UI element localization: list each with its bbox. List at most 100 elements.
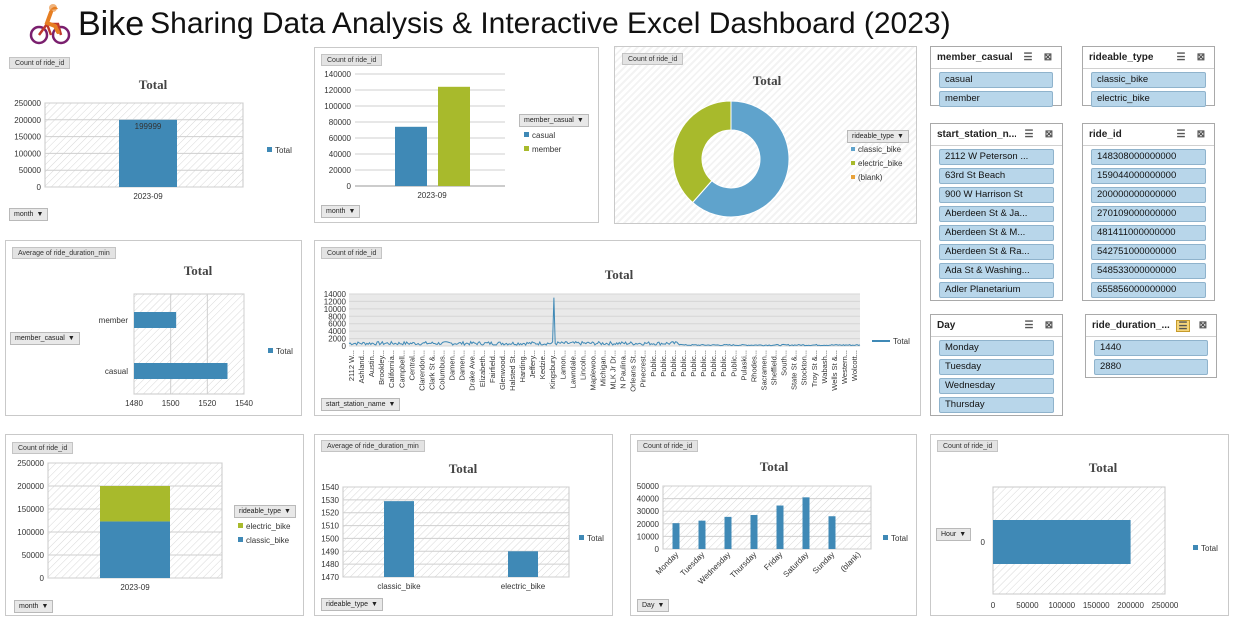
multi-select-icon[interactable]: ☰	[1021, 52, 1035, 64]
y-tick-label: member	[99, 316, 129, 325]
x-tick-label: Public...	[729, 350, 738, 377]
y-tick-label: 1540	[321, 483, 339, 492]
slicer-ride-duration[interactable]: ride_duration_... ☰ ⊠ 1440 2880	[1085, 314, 1217, 378]
multi-select-icon[interactable]: ☰	[1022, 129, 1036, 141]
slicer-member-casual[interactable]: member_casual ☰ ⊠ casual member	[930, 46, 1062, 107]
slicer-item[interactable]: 200000000000000	[1091, 187, 1206, 203]
chart-avg-duration-rideable[interactable]: Average of ride_duration_min Total 1470 14…	[314, 434, 613, 616]
chart-rideable-type-donut[interactable]: Count of ride_id Total classic_bike electr…	[614, 46, 917, 224]
bar-member	[438, 86, 470, 186]
slicer-item[interactable]: Adler Planetarium	[939, 282, 1054, 298]
slicer-item[interactable]: classic_bike	[1091, 72, 1206, 88]
x-tick-label: Wabash...	[820, 350, 829, 384]
slicer-item[interactable]: 159044000000000	[1091, 168, 1206, 184]
chart-avg-duration-member[interactable]: Average of ride_duration_min Total 1480 15…	[5, 240, 302, 416]
legend-swatch	[883, 535, 888, 540]
slicer-start-station[interactable]: start_station_n... ☰ ⊠ 2112 W Peterson ...…	[930, 123, 1063, 301]
slicer-ride-id[interactable]: ride_id ☰ ⊠ 148308000000000 159044000000000…	[1082, 123, 1215, 301]
legend-swatch	[524, 146, 529, 151]
x-tick-label: California...	[387, 350, 396, 388]
member-casual-legend-button[interactable]: member_casual ▼	[519, 114, 589, 127]
chart-svg: Total02000400060008000100001200014000211…	[324, 267, 910, 392]
x-tick-label: Columbus...	[438, 350, 447, 390]
slicer-item[interactable]: 2112 W Peterson ...	[939, 149, 1054, 165]
chart-count-by-month[interactable]: Count of ride_id Total 0 50000 100000 150000…	[4, 48, 302, 224]
x-tick-label: Stockton...	[800, 350, 809, 385]
slicer-item[interactable]: 655856000000000	[1091, 282, 1206, 298]
slicer-item[interactable]: 481411000000000	[1091, 225, 1206, 241]
slicer-rideable-type[interactable]: rideable_type ☰ ⊠ classic_bike electric_bi…	[1082, 46, 1215, 107]
chart-count-by-day[interactable]: Count of ride_id Total 0 10000 20000 30000 40…	[630, 434, 917, 616]
x-tick-label: Damen...	[458, 350, 467, 380]
clear-filter-icon[interactable]: ⊠	[1041, 52, 1055, 64]
clear-filter-icon[interactable]: ⊠	[1042, 320, 1056, 332]
rideable-type-filter-button[interactable]: rideable_type ▼	[321, 598, 383, 611]
y-tick-label: 40000	[329, 150, 352, 159]
station-filter-button[interactable]: start_station_name ▼	[321, 398, 401, 411]
y-tick-label: 0	[347, 182, 352, 191]
month-filter-button[interactable]: month ▼	[321, 205, 361, 218]
slicer-item[interactable]: 270109000000000	[1091, 206, 1206, 222]
filter-label: month	[14, 210, 34, 218]
slicer-day[interactable]: Day ☰ ⊠ Monday Tuesday Wednesday Thursday	[930, 314, 1063, 416]
x-tick-label: Public...	[699, 350, 708, 377]
slicer-item[interactable]: member	[939, 91, 1053, 107]
chart-count-by-hour[interactable]: Count of ride_id Total 0 50000 100000 150000…	[930, 434, 1229, 616]
hour-filter-button[interactable]: Hour ▼	[936, 528, 972, 541]
month-filter-button[interactable]: month ▼	[14, 600, 54, 613]
clear-filter-icon[interactable]: ⊠	[1042, 129, 1056, 141]
x-tick-label: Kedzie...	[538, 350, 547, 379]
x-tick-label: Monday	[654, 550, 680, 576]
dropdown-icon: ▼	[897, 132, 904, 140]
clear-filter-icon[interactable]: ⊠	[1194, 52, 1208, 64]
day-filter-button[interactable]: Day ▼	[637, 599, 670, 612]
chart-station-line[interactable]: Count of ride_id Total 0 2000 4000 6000 8000 1…	[314, 240, 921, 416]
slicer-item[interactable]: 548533000000000	[1091, 263, 1206, 279]
clear-filter-icon[interactable]: ⊠	[1196, 320, 1210, 332]
multi-select-icon[interactable]: ☰	[1022, 320, 1036, 332]
chart-stacked-rideable[interactable]: Count of ride_id 0 50000 100000 150000 20000…	[5, 434, 304, 616]
x-tick-label: Damen...	[448, 350, 457, 380]
x-tick-label: Rhodes...	[749, 350, 758, 382]
member-casual-filter-button[interactable]: member_casual ▼	[10, 332, 80, 345]
chart-member-casual[interactable]: Count of ride_id 0 20000 40000 60000 80000 10…	[314, 47, 599, 223]
y-tick-label: 150000	[17, 505, 44, 514]
slicer-item[interactable]: 542751000000000	[1091, 244, 1206, 260]
bar-electric_bike	[508, 551, 538, 577]
x-tick-label: Kingsbury...	[548, 350, 557, 389]
multi-select-icon[interactable]: ☰	[1174, 52, 1188, 64]
legend-label: (blank)	[858, 173, 883, 182]
slicer-item[interactable]: Tuesday	[939, 359, 1054, 375]
legend-label: Total	[893, 337, 910, 346]
rideable-type-legend-button[interactable]: rideable_type ▼	[847, 130, 909, 143]
x-tick-label: Austin...	[367, 350, 376, 377]
slicer-item[interactable]: 148308000000000	[1091, 149, 1206, 165]
slicer-item[interactable]: electric_bike	[1091, 91, 1206, 107]
multi-select-icon[interactable]: ☰	[1174, 129, 1188, 141]
slicer-item[interactable]: Ada St & Washing...	[939, 263, 1054, 279]
multi-select-icon[interactable]: ☰	[1176, 319, 1190, 332]
slicer-header: Day ☰ ⊠	[931, 315, 1062, 337]
rideable-type-legend-button[interactable]: rideable_type ▼	[234, 505, 296, 518]
slicer-item[interactable]: Aberdeen St & Ja...	[939, 206, 1054, 222]
y-tick-label: 140000	[324, 70, 351, 79]
x-tick-label: Public...	[679, 350, 688, 377]
slicer-item[interactable]: Aberdeen St & M...	[939, 225, 1054, 241]
slicer-item[interactable]: Aberdeen St & Ra...	[939, 244, 1054, 260]
slicer-item[interactable]: 900 W Harrison St	[939, 187, 1054, 203]
month-filter-button[interactable]: month ▼	[9, 208, 49, 221]
filter-label: rideable_type	[326, 600, 369, 608]
clear-filter-icon[interactable]: ⊠	[1194, 129, 1208, 141]
bar-casual	[134, 363, 228, 379]
slicer-item[interactable]: Thursday	[939, 397, 1054, 413]
chart-svg: Total 1480 1500 1520 1540 member casual Total	[99, 263, 293, 408]
slicer-item[interactable]: 1440	[1094, 340, 1208, 356]
slicer-item[interactable]: Wednesday	[939, 378, 1054, 394]
slicer-title: Day	[937, 320, 956, 331]
filter-label: month	[19, 602, 39, 610]
slicer-item[interactable]: Monday	[939, 340, 1054, 356]
filter-icon: ▼	[67, 334, 75, 342]
slicer-item[interactable]: casual	[939, 72, 1053, 88]
slicer-item[interactable]: 63rd St Beach	[939, 168, 1054, 184]
slicer-item[interactable]: 2880	[1094, 359, 1208, 375]
